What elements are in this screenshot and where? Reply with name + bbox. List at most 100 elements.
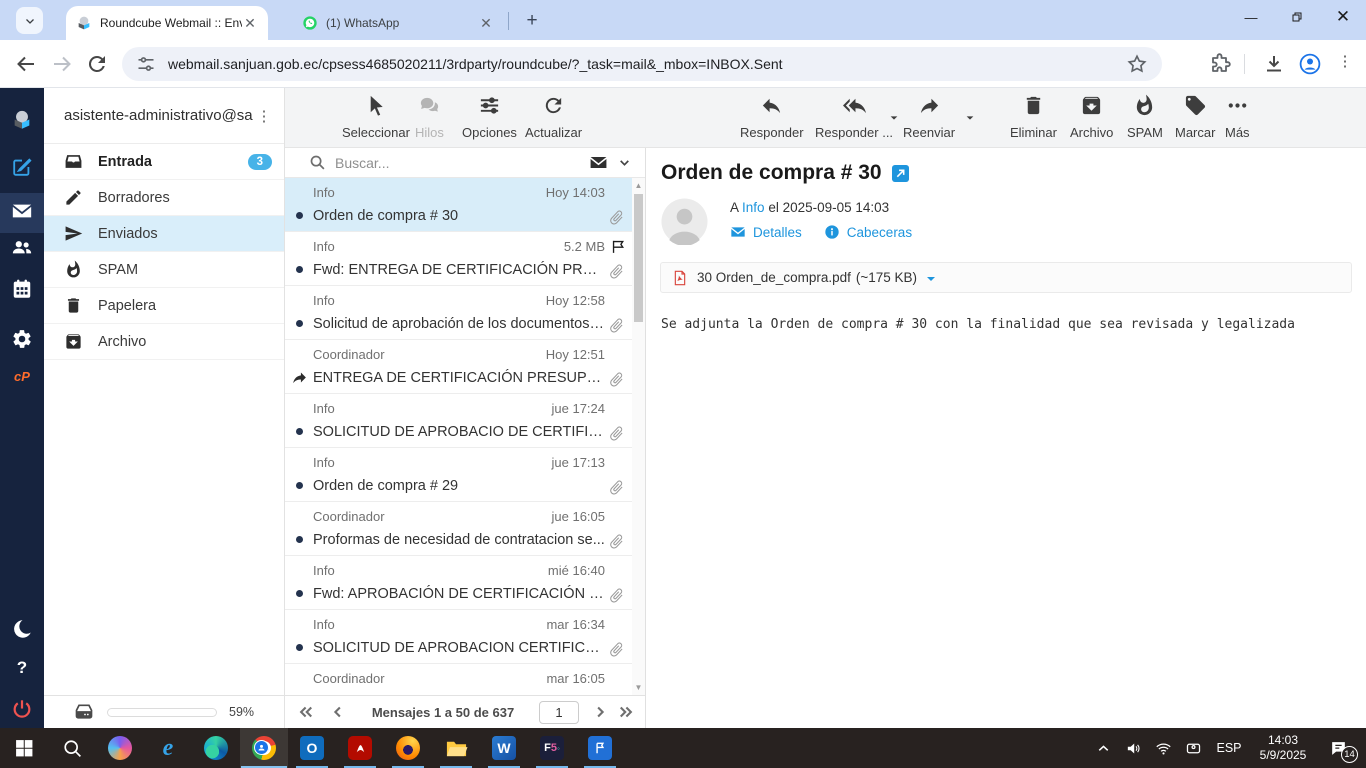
action-eliminar[interactable]: Eliminar [1010,94,1057,140]
attachment-row[interactable]: 30 Orden_de_compra.pdf (~175 KB) [660,262,1352,293]
rail-calendar[interactable] [0,271,44,311]
taskbar-outlook[interactable]: O [288,728,336,768]
message-row[interactable]: Info Hoy 14:03 Orden de compra # 30 [285,178,645,232]
folder-item-spam[interactable]: SPAM [44,252,284,288]
message-row[interactable]: Coordinador Hoy 12:51 ENTREGA DE CERTIFICA… [285,340,645,394]
forward-button[interactable] [50,52,74,76]
tab-whatsapp[interactable]: (1) WhatsApp ✕ [292,6,504,40]
rail-help[interactable]: ? [0,648,44,688]
unread-dot-icon [296,482,303,489]
extensions-icon[interactable] [1208,52,1232,76]
volume-icon[interactable] [1118,728,1148,768]
message-row[interactable]: Info jue 17:13 Orden de compra # 29 [285,448,645,502]
taskbar-firefox[interactable] [384,728,432,768]
details-toggle[interactable]: Detalles [730,224,802,240]
scroll-up-icon[interactable]: ▲ [632,181,645,190]
rail-roundcube-logo[interactable] [0,102,44,142]
address-bar[interactable]: webmail.sanjuan.gob.ec/cpsess4685020211/… [122,47,1162,81]
browser-menu-icon[interactable]: ⋮ [1337,52,1353,76]
rail-mail[interactable] [0,193,44,233]
taskbar-start[interactable] [0,728,48,768]
message-row[interactable]: Info jue 17:24 SOLICITUD DE APROBACIO DE C… [285,394,645,448]
taskbar-internet-explorer[interactable]: e [144,728,192,768]
reload-button[interactable] [85,52,109,76]
scrollbar-thumb[interactable] [634,194,643,322]
message-row[interactable]: Coordinador mar 16:05 [285,664,645,695]
message-row[interactable]: Info mar 16:34 SOLICITUD DE APROBACION CER… [285,610,645,664]
notification-center-icon[interactable]: 14 [1316,728,1360,768]
next-page-button[interactable] [591,703,609,721]
taskbar-copilot[interactable] [96,728,144,768]
site-settings-icon[interactable] [136,54,156,74]
window-close-button[interactable]: ✕ [1320,0,1366,34]
last-page-button[interactable] [617,703,635,721]
prev-page-button[interactable] [329,703,347,721]
scroll-down-icon[interactable]: ▼ [632,683,645,692]
rail-logout[interactable] [0,691,44,731]
message-row[interactable]: Coordinador jue 16:05 Proformas de necesid… [285,502,645,556]
page-number-input[interactable] [539,700,579,724]
message-row[interactable]: Info Hoy 12:58 Solicitud de aprobación de … [285,286,645,340]
window-minimize-button[interactable]: — [1228,0,1274,34]
rail-settings[interactable] [0,321,44,361]
action-responder[interactable]: Responder ... [815,94,893,140]
folder-item-papelera[interactable]: Papelera [44,288,284,324]
account-menu-icon[interactable]: ⋮ [254,107,274,125]
rail-dark-mode[interactable] [0,611,44,651]
toolbar-opciones[interactable]: Opciones [462,94,517,140]
first-page-button[interactable] [297,703,315,721]
open-in-new-window-icon[interactable] [891,164,909,182]
action-reenviar[interactable]: Reenviar [903,94,955,140]
rail-compose[interactable] [0,149,44,189]
back-button[interactable] [14,52,38,76]
tray-chevron-up-icon[interactable] [1088,728,1118,768]
search-options-chevron-icon[interactable] [618,156,631,169]
search-scope-mail-icon[interactable] [589,153,608,172]
list-scrollbar[interactable]: ▲ ▼ [632,178,645,695]
tab-close-icon[interactable]: ✕ [478,15,494,31]
new-tab-button[interactable]: + [520,9,544,33]
search-input[interactable] [335,154,589,171]
wifi-icon[interactable] [1148,728,1178,768]
meet-now-icon[interactable] [1178,728,1208,768]
toolbar-seleccionar[interactable]: Seleccionar [342,94,410,140]
folder-item-borradores[interactable]: Borradores [44,180,284,216]
attachment-menu-chevron-icon[interactable] [925,272,937,284]
action-caret-icon[interactable] [889,110,899,120]
rail-cpanel[interactable]: cP [0,356,44,396]
taskbar-f5-app[interactable]: F 5 ◦ [528,728,576,768]
tab-close-icon[interactable]: ✕ [242,15,258,31]
taskbar-edge[interactable] [192,728,240,768]
taskbar-file-explorer[interactable] [432,728,480,768]
pagination-label: Mensajes 1 a 50 de 637 [371,704,515,720]
taskbar-word[interactable]: W [480,728,528,768]
bookmark-star-icon[interactable] [1126,53,1148,75]
language-indicator[interactable]: ESP [1208,741,1250,755]
action-m-s[interactable]: Más [1225,94,1250,140]
window-restore-button[interactable] [1274,0,1320,34]
action-responder[interactable]: Responder [740,94,804,140]
folder-item-archivo[interactable]: Archivo [44,324,284,360]
headers-toggle[interactable]: Cabeceras [824,224,912,240]
action-archivo[interactable]: Archivo [1070,94,1113,140]
action-caret-icon[interactable] [965,110,975,120]
action-marcar[interactable]: Marcar [1175,94,1215,140]
downloads-icon[interactable] [1262,52,1286,76]
clock[interactable]: 14:03 5/9/2025 [1250,733,1316,763]
rail-contacts[interactable] [0,229,44,269]
taskbar-search[interactable] [48,728,96,768]
taskbar-chrome[interactable] [240,728,288,768]
taskbar-acrobat[interactable] [336,728,384,768]
message-row[interactable]: Info 5.2 MB Fwd: ENTREGA DE CERTIFICACIÓN … [285,232,645,286]
folder-item-enviados[interactable]: Enviados [44,216,284,252]
recipient-link[interactable]: Info [742,200,765,215]
toolbar-actualizar[interactable]: Actualizar [525,94,582,140]
tab-search-button[interactable] [16,7,43,34]
action-spam[interactable]: SPAM [1127,94,1163,140]
profile-avatar[interactable] [1298,52,1322,76]
folder-item-entrada[interactable]: Entrada 3 [44,144,284,180]
message-row[interactable]: Info mié 16:40 Fwd: APROBACIÓN DE CERTIFIC… [285,556,645,610]
tab-roundcube[interactable]: Roundcube Webmail :: Enviados ✕ [66,6,268,40]
toolbar-hilos[interactable]: Hilos [415,94,444,140]
taskbar-planner-app[interactable] [576,728,624,768]
